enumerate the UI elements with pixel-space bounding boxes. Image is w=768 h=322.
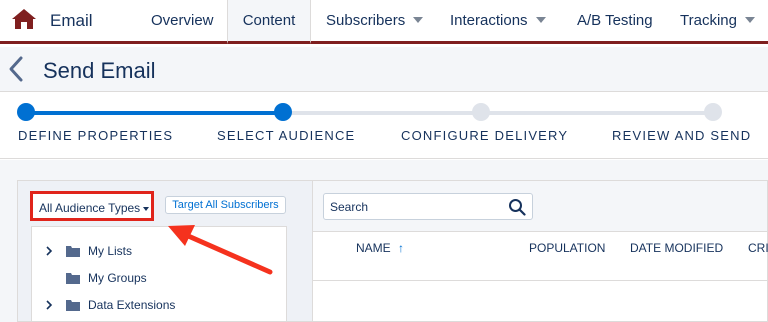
chevron-down-icon	[535, 17, 546, 24]
app-name[interactable]: Email	[50, 11, 93, 31]
tab-label: Subscribers	[326, 12, 406, 29]
progress-track-remaining	[283, 111, 713, 115]
column-header-label: NAME	[356, 241, 391, 255]
tab-interactions[interactable]: Interactions	[450, 0, 546, 41]
chevron-down-icon	[744, 17, 755, 24]
folder-icon	[66, 246, 80, 257]
search-input[interactable]: Search	[323, 193, 533, 220]
table-header-divider	[313, 280, 768, 281]
folder-icon	[66, 300, 80, 311]
tree-item-my-groups[interactable]: My Groups	[32, 268, 286, 290]
step-label-define-properties: DEFINE PROPERTIES	[18, 128, 174, 143]
tree-item-my-lists[interactable]: My Lists	[32, 241, 286, 263]
step-label-select-audience: SELECT AUDIENCE	[217, 128, 356, 143]
caret-down-icon	[143, 206, 150, 211]
tab-subscribers[interactable]: Subscribers	[326, 0, 424, 41]
step-label-review-and-send: REVIEW AND SEND	[612, 128, 752, 143]
audience-tree: My Lists My Groups Data Extensions	[31, 226, 287, 322]
home-icon[interactable]	[11, 8, 37, 30]
search-icon[interactable]	[508, 198, 526, 216]
step-marker-current[interactable]	[274, 103, 292, 121]
tab-label: A/B Testing	[577, 12, 653, 29]
top-nav: Email Overview Content Subscribers Inter…	[0, 0, 768, 44]
tab-overview[interactable]: Overview	[151, 0, 214, 41]
tree-item-label: Data Extensions	[88, 298, 176, 312]
search-placeholder: Search	[330, 200, 369, 214]
tab-label: Interactions	[450, 12, 528, 29]
chevron-left-icon[interactable]	[6, 55, 26, 83]
sort-ascending-icon[interactable]: ↑	[398, 241, 404, 255]
column-header-name[interactable]: NAME ↑	[356, 241, 404, 255]
progress-track-complete	[26, 111, 283, 115]
column-header-created[interactable]: CRI	[748, 241, 768, 255]
column-header-population[interactable]: POPULATION	[529, 241, 605, 255]
chevron-right-icon[interactable]	[44, 299, 54, 311]
tree-item-data-extensions[interactable]: Data Extensions	[32, 295, 286, 317]
tab-tracking[interactable]: Tracking	[680, 0, 755, 41]
chevron-right-icon[interactable]	[44, 245, 54, 257]
page-header: Send Email	[0, 47, 768, 92]
target-all-subscribers-button[interactable]: Target All Subscribers	[165, 196, 286, 214]
tree-item-label: My Lists	[88, 244, 133, 258]
progress-indicator	[0, 93, 768, 159]
chevron-down-icon	[413, 17, 424, 24]
step-marker-incomplete[interactable]	[472, 103, 490, 121]
tab-label: Content	[242, 12, 296, 29]
page-title: Send Email	[43, 58, 156, 83]
column-header-date-modified[interactable]: DATE MODIFIED	[630, 241, 723, 255]
tree-item-label: My Groups	[88, 271, 147, 285]
audience-type-dropdown[interactable]: All Audience Types	[30, 191, 154, 221]
tab-label: Tracking	[680, 12, 737, 29]
tab-label: Overview	[151, 12, 214, 29]
step-marker-incomplete[interactable]	[704, 103, 722, 121]
step-marker-complete[interactable]	[17, 103, 35, 121]
tab-ab-testing[interactable]: A/B Testing	[577, 0, 653, 41]
tab-content[interactable]: Content	[227, 0, 311, 44]
dropdown-label: All Audience Types	[39, 201, 141, 215]
folder-icon	[66, 273, 80, 284]
step-label-configure-delivery: CONFIGURE DELIVERY	[401, 128, 569, 143]
